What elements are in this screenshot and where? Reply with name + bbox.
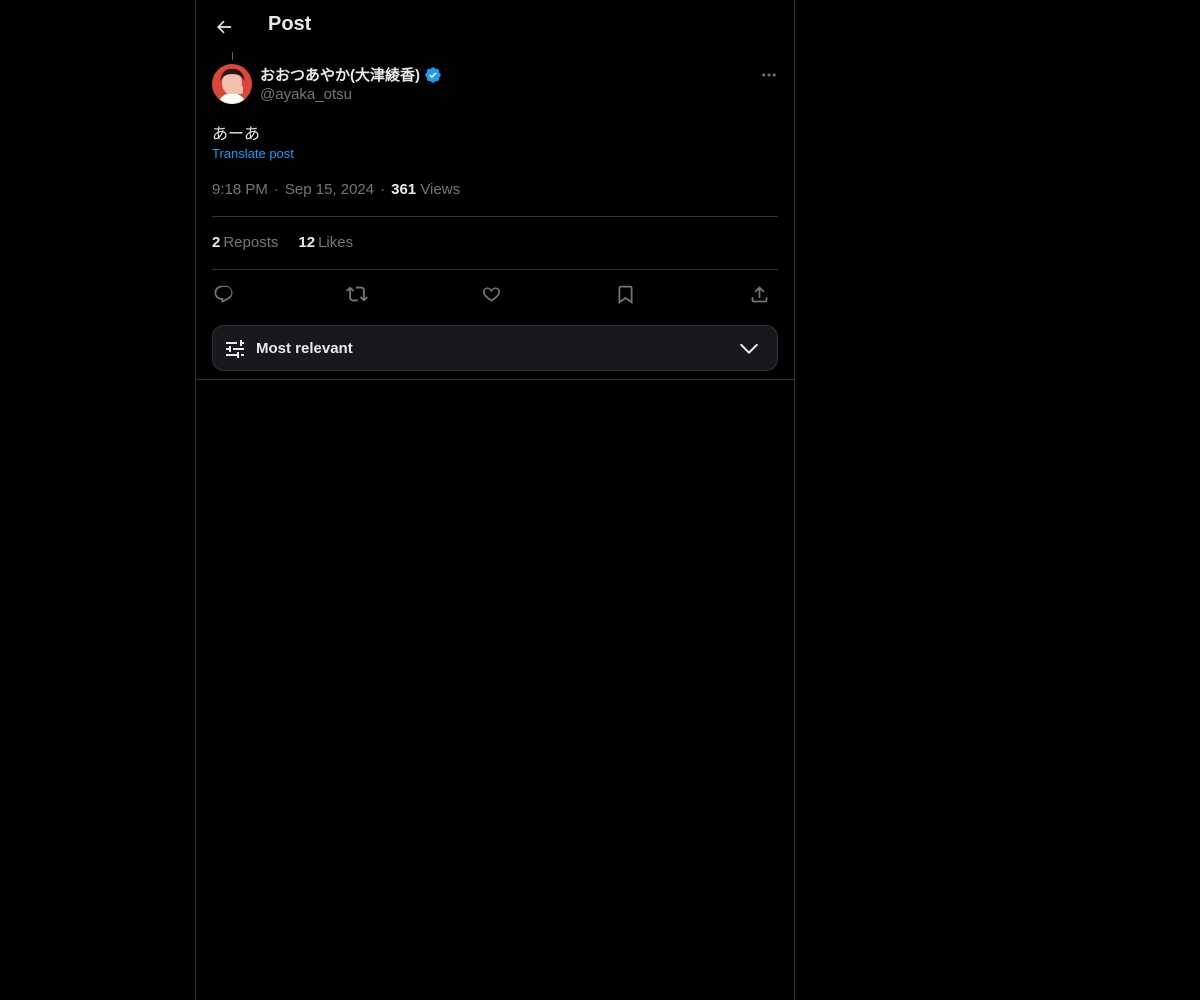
sliders-icon xyxy=(226,340,244,358)
avatar-image xyxy=(212,64,252,104)
sort-replies-dropdown[interactable]: Most relevant xyxy=(212,325,778,371)
arrow-left-icon xyxy=(217,20,232,34)
more-horizontal-icon xyxy=(762,73,776,77)
likes-stat[interactable]: 12 Likes xyxy=(298,234,353,251)
main-column: Post おおつあやか(大津綾香) @ayaka_otsu あーあ Transl… xyxy=(195,0,795,1000)
author-name-text: おおつあやか(大津綾香) xyxy=(260,67,420,84)
back-button[interactable] xyxy=(208,11,240,43)
likes-label: Likes xyxy=(318,234,354,251)
divider xyxy=(212,216,778,217)
reply-icon xyxy=(214,285,232,303)
more-options-button[interactable] xyxy=(754,64,784,86)
chevron-down-icon xyxy=(740,343,758,354)
divider xyxy=(212,269,778,270)
reposts-count: 2 xyxy=(212,234,221,251)
post-date[interactable]: Sep 15, 2024 xyxy=(285,181,374,198)
meta-separator: · xyxy=(273,181,279,198)
reply-button[interactable] xyxy=(208,280,238,308)
thread-line xyxy=(232,52,233,60)
post-meta: 9:18 PM · Sep 15, 2024 · 361 Views xyxy=(212,181,460,198)
likes-count: 12 xyxy=(298,234,316,251)
bookmark-button[interactable] xyxy=(610,280,640,308)
sort-label: Most relevant xyxy=(256,340,353,357)
meta-separator: · xyxy=(380,181,386,198)
share-icon xyxy=(751,285,767,302)
page-title: Post xyxy=(268,13,312,35)
like-button[interactable] xyxy=(476,280,506,308)
author-display-name[interactable]: おおつあやか(大津綾香) xyxy=(260,64,442,85)
like-icon xyxy=(482,286,500,302)
avatar[interactable] xyxy=(212,64,252,104)
repost-icon xyxy=(346,286,368,302)
views-label: Views xyxy=(420,181,461,198)
share-button[interactable] xyxy=(744,280,774,308)
reposts-stat[interactable]: 2 Reposts xyxy=(212,234,278,251)
verified-badge-icon xyxy=(425,66,441,83)
repost-button[interactable] xyxy=(342,280,372,308)
views-count: 361 xyxy=(391,181,417,198)
section-divider xyxy=(196,379,794,380)
post-time[interactable]: 9:18 PM xyxy=(212,181,268,198)
page-header: Post xyxy=(196,0,794,53)
author-handle[interactable]: @ayaka_otsu xyxy=(260,86,352,103)
reposts-label: Reposts xyxy=(223,234,279,251)
action-bar xyxy=(212,280,778,308)
post-text: あーあ xyxy=(212,126,261,143)
bookmark-icon xyxy=(618,285,632,304)
post-stats: 2 Reposts 12 Likes xyxy=(212,234,373,251)
translate-post-link[interactable]: Translate post xyxy=(212,146,294,161)
